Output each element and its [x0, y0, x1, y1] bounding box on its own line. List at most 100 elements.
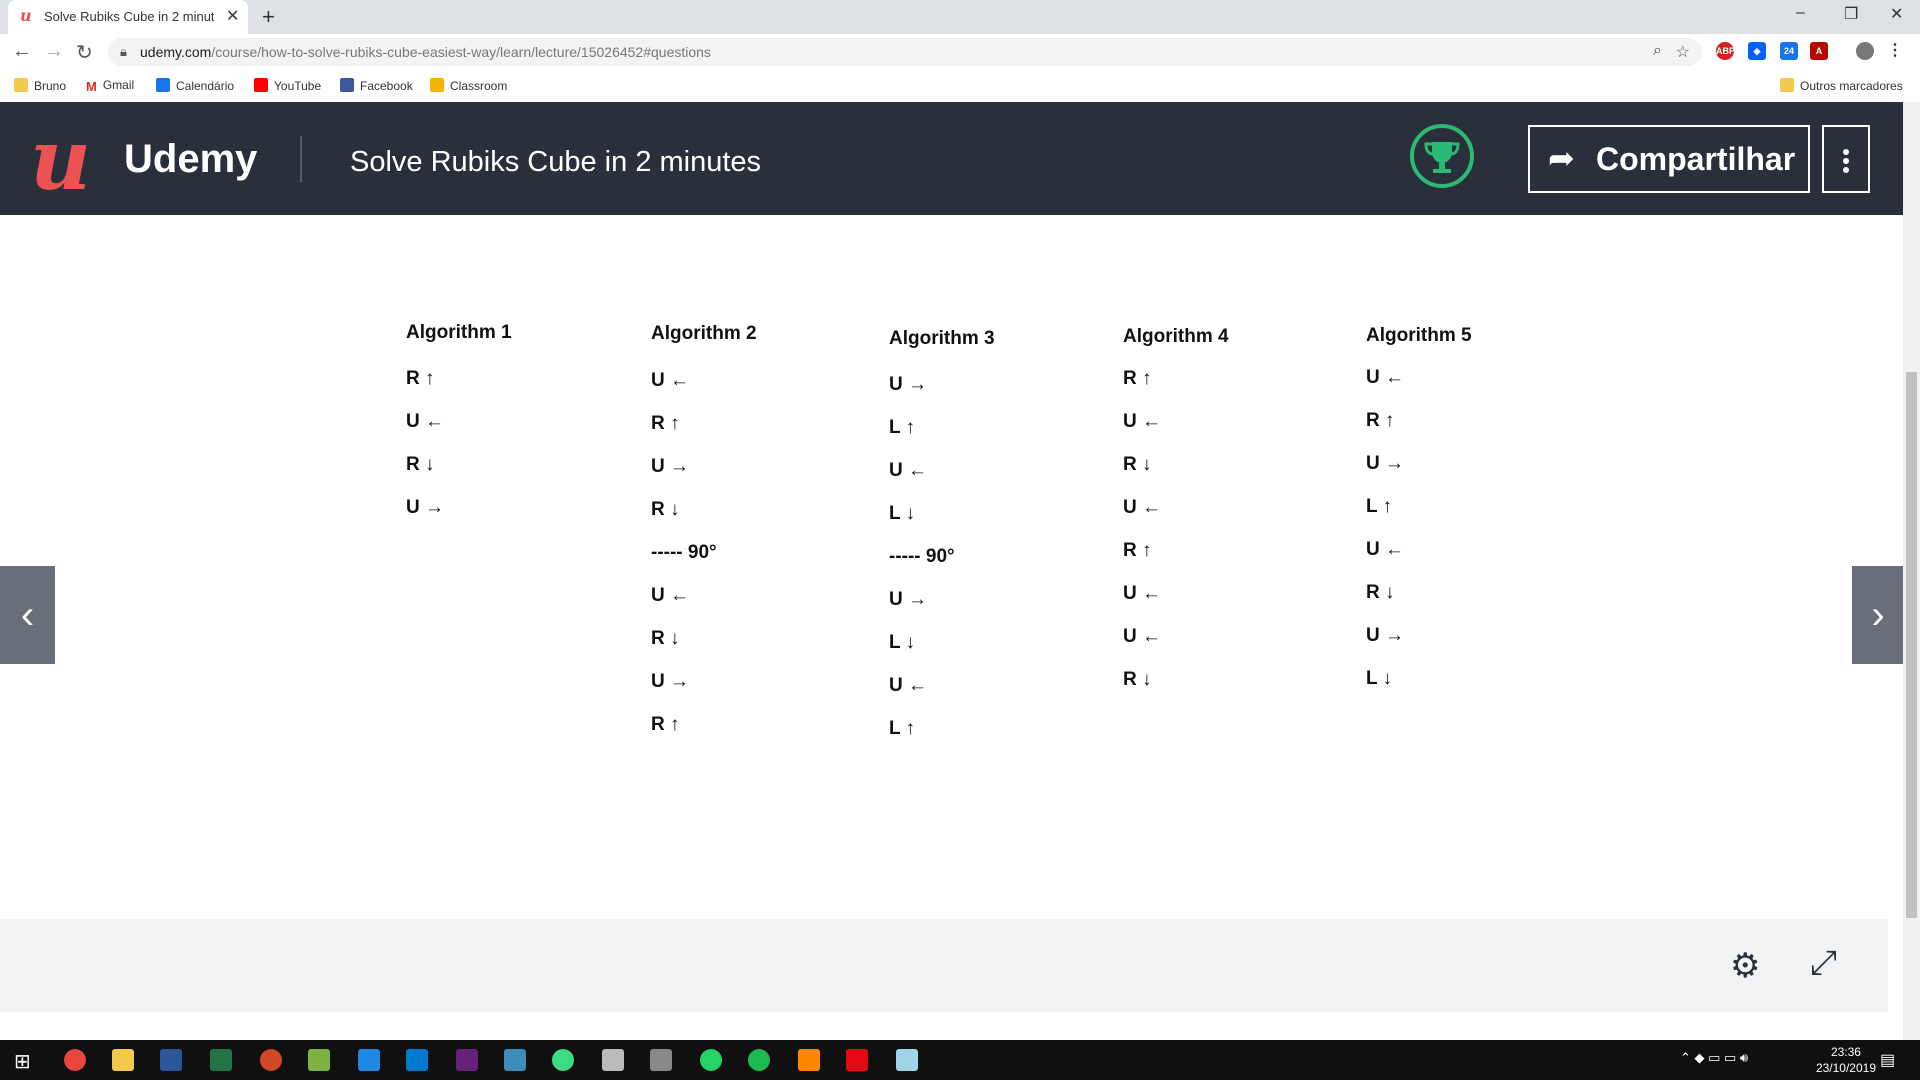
algorithm-move: U → — [1366, 453, 1404, 474]
share-button[interactable]: ➦ Compartilhar — [1528, 125, 1810, 193]
algorithm-title: Algorithm 4 — [1123, 326, 1229, 347]
algorithm-move: U ← — [651, 370, 689, 391]
page-below-area — [0, 1012, 1903, 1040]
whatsapp-icon[interactable] — [700, 1049, 722, 1071]
pdf-extension-icon[interactable]: A — [1810, 42, 1828, 60]
algorithm-move: U ← — [889, 675, 927, 696]
windows-start-icon[interactable]: ⊞ — [14, 1049, 31, 1074]
algorithm-move: R ↑ — [651, 413, 680, 434]
taskbar-clock[interactable]: 23:36 23/10/2019 — [1816, 1044, 1876, 1076]
algorithm-move: U → — [889, 589, 927, 610]
more-options-button[interactable] — [1822, 125, 1870, 193]
notepad-icon[interactable] — [308, 1049, 330, 1071]
new-tab-button[interactable]: + — [262, 4, 275, 30]
excel-icon[interactable] — [210, 1049, 232, 1071]
algorithm-move: L ↓ — [889, 632, 916, 653]
udemy-favicon-icon: u — [20, 6, 32, 25]
bookmark-classroom[interactable]: Classroom — [430, 78, 507, 93]
database-icon[interactable] — [602, 1049, 624, 1071]
algorithm-move: L ↓ — [889, 503, 916, 524]
app-icon[interactable] — [358, 1049, 380, 1071]
powerpoint-icon[interactable] — [260, 1049, 282, 1071]
algorithm-title: Algorithm 2 — [651, 323, 757, 344]
url-text: udemy.com/course/how-to-solve-rubiks-cub… — [140, 44, 711, 60]
algorithm-move: R ↑ — [406, 368, 435, 389]
file-explorer-icon[interactable] — [112, 1049, 134, 1071]
bookmark-star-icon[interactable]: ☆ — [1676, 42, 1690, 62]
address-bar[interactable]: 🔒︎ udemy.com/course/how-to-solve-rubiks-… — [108, 38, 1702, 66]
udemy-logo-icon[interactable]: u — [30, 118, 91, 202]
visual-studio-icon[interactable] — [456, 1049, 478, 1071]
chrome-menu-icon[interactable]: ⋮ — [1886, 42, 1904, 60]
algorithm-move: U ← — [1123, 583, 1161, 604]
restore-icon[interactable]: ❐ — [1844, 4, 1858, 24]
algorithm-move: R ↑ — [1123, 540, 1152, 561]
header-divider — [300, 136, 302, 182]
virtualbox-icon[interactable] — [650, 1049, 672, 1071]
algorithm-move: U → — [889, 374, 927, 395]
algorithm-move: L ↓ — [1366, 668, 1393, 689]
calendar-icon — [156, 78, 170, 92]
bookmark-label: Gmail — [102, 78, 135, 92]
zoom-icon[interactable]: ⌕ — [1653, 42, 1662, 60]
fullscreen-expand-icon[interactable]: ⤢ — [1810, 944, 1837, 983]
notes-icon[interactable] — [896, 1049, 918, 1071]
vscode-icon[interactable] — [406, 1049, 428, 1071]
bookmark-bruno[interactable]: Bruno — [14, 78, 66, 93]
calendar-extension-icon[interactable]: 24 — [1780, 42, 1798, 60]
algorithm-move: L ↑ — [1366, 496, 1393, 517]
forward-icon[interactable]: → — [44, 40, 64, 63]
netflix-icon[interactable] — [846, 1049, 868, 1071]
algorithm-move: R ↑ — [651, 714, 680, 735]
bookmark-gmail[interactable]: M Gmail — [86, 78, 135, 94]
algorithm-move: R ↓ — [1123, 454, 1152, 475]
bookmark-facebook[interactable]: Facebook — [340, 78, 413, 93]
bookmark-calendario[interactable]: Calendário — [156, 78, 234, 93]
vlc-icon[interactable] — [798, 1049, 820, 1071]
algorithm-move: U ← — [651, 585, 689, 606]
algorithm-move: R ↓ — [651, 628, 680, 649]
algorithm-move: ----- 90° — [651, 542, 717, 563]
algorithm-move: U → — [651, 671, 689, 692]
algorithm-move: U → — [1366, 625, 1404, 646]
profile-avatar[interactable] — [1856, 42, 1874, 60]
algorithm-move: R ↑ — [1123, 368, 1152, 389]
udemy-logo-text[interactable]: Udemy — [124, 137, 257, 182]
algorithm-move: U ← — [1366, 539, 1404, 560]
chrome-taskbar-icon[interactable] — [64, 1049, 86, 1071]
close-window-icon[interactable]: ✕ — [1890, 4, 1903, 24]
trophy-progress-button[interactable] — [1410, 124, 1474, 188]
algorithm-move: U → — [406, 497, 444, 518]
word-icon[interactable] — [160, 1049, 182, 1071]
scrollbar-thumb[interactable] — [1906, 372, 1917, 918]
notification-icon[interactable]: ▤ — [1880, 1050, 1895, 1070]
adblock-extension-icon[interactable]: ABP — [1716, 42, 1735, 60]
minimize-icon[interactable]: – — [1796, 4, 1805, 22]
algorithm-move: U ← — [1123, 411, 1161, 432]
system-tray[interactable]: ⌃ ◆ ▭ ▭ 🔊︎ — [1680, 1050, 1748, 1066]
windows-taskbar — [0, 1040, 1920, 1080]
bookmark-youtube[interactable]: YouTube — [254, 78, 321, 93]
reload-icon[interactable]: ↻ — [76, 40, 93, 65]
previous-lecture-button[interactable]: ‹ — [0, 566, 55, 664]
gmail-icon: M — [86, 79, 97, 94]
browser-tab[interactable]: u Solve Rubiks Cube in 2 minutes | ✕ — [8, 0, 248, 34]
bookmark-label: Facebook — [360, 79, 413, 93]
folder-icon — [1780, 78, 1794, 92]
close-tab-icon[interactable]: ✕ — [226, 6, 239, 26]
player-controls-bar — [0, 919, 1888, 1012]
algorithm-move: U ← — [406, 411, 444, 432]
spotify-icon[interactable] — [748, 1049, 770, 1071]
next-lecture-button[interactable]: › — [1852, 566, 1904, 664]
android-studio-icon[interactable] — [552, 1049, 574, 1071]
algorithm-move: U ← — [889, 460, 927, 481]
course-title: Solve Rubiks Cube in 2 minutes — [350, 146, 762, 178]
algorithm-move: U ← — [1123, 497, 1161, 518]
tool-icon[interactable] — [504, 1049, 526, 1071]
classroom-icon — [430, 78, 444, 92]
settings-gear-icon[interactable]: ⚙ — [1730, 946, 1760, 986]
other-bookmarks[interactable]: Outros marcadores — [1780, 78, 1903, 93]
algorithm-title: Algorithm 1 — [406, 322, 512, 343]
back-icon[interactable]: ← — [12, 40, 32, 63]
dropbox-extension-icon[interactable]: ◆ — [1748, 42, 1766, 60]
